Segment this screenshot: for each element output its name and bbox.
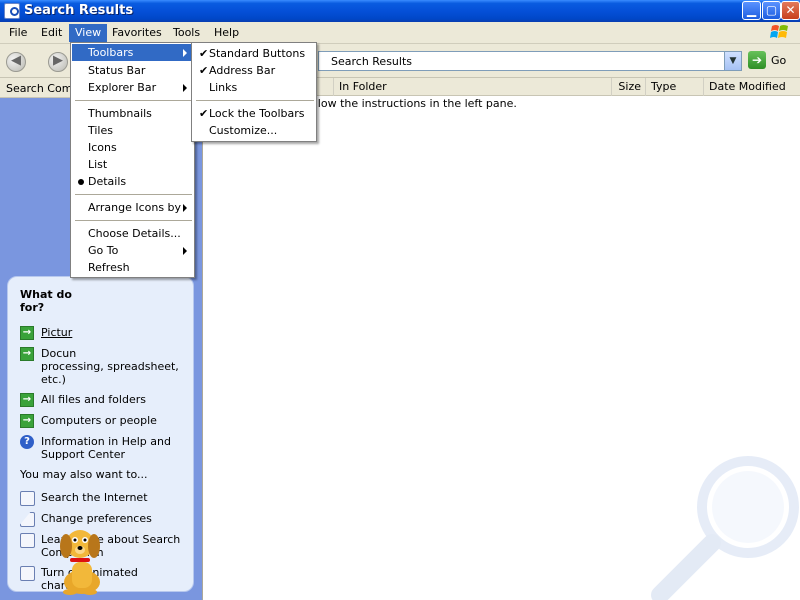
toolbars-customize[interactable]: Customize...	[193, 122, 315, 139]
view-menu: Toolbars Status Bar Explorer Bar Thumbna…	[70, 42, 195, 278]
green-arrow-icon: →	[20, 326, 34, 340]
view-menu-icons[interactable]: Icons	[72, 139, 193, 156]
toolbars-label: Toolbars	[88, 46, 134, 59]
thumbnails-label: Thumbnails	[88, 107, 152, 120]
search-internet-label[interactable]: Search the Internet	[41, 491, 191, 504]
forward-button[interactable]: ▶	[48, 52, 68, 72]
option-all-files-label[interactable]: All files and folders	[41, 393, 191, 406]
view-menu-choose-details[interactable]: Choose Details...	[72, 225, 193, 242]
toolbars-standard-buttons[interactable]: ✔ Standard Buttons	[193, 45, 315, 62]
submenu-arrow-icon	[183, 84, 187, 92]
globe-search-icon	[20, 491, 35, 506]
checkmark-icon: ✔	[199, 64, 209, 77]
tiles-label: Tiles	[88, 124, 113, 137]
go-to-label: Go To	[88, 244, 119, 257]
toolbars-address-bar[interactable]: ✔ Address Bar	[193, 62, 315, 79]
submenu-arrow-icon	[183, 49, 187, 57]
list-label: List	[88, 158, 108, 171]
green-arrow-icon: →	[20, 393, 34, 407]
go-arrow-icon[interactable]: ➔	[748, 51, 766, 69]
windows-logo-icon	[770, 25, 788, 38]
address-bar-label: Address Bar	[209, 64, 276, 77]
address-bar[interactable]: Search Results ▼	[318, 51, 742, 71]
menu-separator	[75, 100, 192, 101]
col-size[interactable]: Size	[612, 78, 646, 96]
search-app-icon[interactable]	[4, 3, 20, 19]
close-button[interactable]: ✕	[781, 1, 800, 20]
radio-bullet-icon	[78, 179, 84, 185]
option-computers-people-label[interactable]: Computers or people	[41, 414, 191, 427]
bubble-tail	[14, 510, 32, 532]
magnifier-watermark-icon	[651, 456, 799, 600]
toolbars-lock[interactable]: ✔ Lock the Toolbars	[193, 105, 315, 122]
customize-label: Customize...	[209, 124, 278, 137]
links-label: Links	[209, 81, 238, 94]
menu-help[interactable]: Help	[208, 24, 245, 42]
col-type[interactable]: Type	[646, 78, 704, 96]
view-menu-status-bar[interactable]: Status Bar	[72, 62, 193, 79]
view-menu-refresh[interactable]: Refresh	[72, 259, 193, 276]
menu-bar: File Edit View Favorites Tools Help	[0, 22, 800, 44]
choose-details-label: Choose Details...	[88, 227, 181, 240]
toolbars-links[interactable]: Links	[193, 79, 315, 96]
address-input[interactable]: Search Results	[331, 55, 412, 68]
back-button[interactable]: ◀	[6, 52, 26, 72]
status-bar-label: Status Bar	[88, 64, 146, 77]
arrange-icons-label: Arrange Icons by	[88, 201, 182, 214]
icons-label: Icons	[88, 141, 117, 154]
animated-character-icon	[20, 566, 35, 581]
instruction-text: ollow the instructions in the left pane.	[308, 97, 517, 110]
go-button[interactable]: Go	[771, 54, 786, 67]
menu-separator	[196, 100, 314, 101]
lock-toolbars-label: Lock the Toolbars	[209, 107, 305, 120]
green-arrow-icon: →	[20, 347, 34, 361]
option-help-center-label[interactable]: Information in Help and Support Center	[41, 435, 191, 461]
col-in-folder[interactable]: In Folder	[334, 78, 612, 96]
details-label: Details	[88, 175, 127, 188]
view-menu-details[interactable]: Details	[72, 173, 193, 190]
menu-favorites[interactable]: Favorites	[106, 24, 168, 42]
address-dropdown-icon[interactable]: ▼	[724, 52, 741, 70]
menu-file[interactable]: File	[3, 24, 33, 42]
help-icon: ?	[20, 435, 34, 449]
refresh-label: Refresh	[88, 261, 130, 274]
menu-view[interactable]: View	[69, 24, 108, 42]
help-book-icon	[20, 533, 35, 548]
view-menu-list[interactable]: List	[72, 156, 193, 173]
view-menu-tiles[interactable]: Tiles	[72, 122, 193, 139]
view-menu-thumbnails[interactable]: Thumbnails	[72, 105, 193, 122]
left-pane-title: Search Comp	[6, 82, 80, 95]
col-date-modified[interactable]: Date Modified	[704, 78, 800, 96]
checkmark-icon: ✔	[199, 47, 209, 60]
option-documents-label[interactable]: Docun processing, spreadsheet, etc.)	[41, 347, 191, 386]
maximize-button[interactable]: ▢	[762, 1, 781, 20]
title-bar[interactable]: Search Results ▁ ▢ ✕	[0, 0, 800, 22]
menu-separator	[75, 194, 192, 195]
view-menu-go-to[interactable]: Go To	[72, 242, 193, 259]
also-want-label: You may also want to...	[20, 468, 148, 481]
minimize-button[interactable]: ▁	[742, 1, 761, 20]
window-title: Search Results	[24, 3, 134, 18]
submenu-arrow-icon	[183, 204, 187, 212]
view-menu-explorer-bar[interactable]: Explorer Bar	[72, 79, 193, 96]
checkmark-icon: ✔	[199, 107, 209, 120]
option-pictures-label[interactable]: Pictur	[41, 326, 191, 339]
menu-edit[interactable]: Edit	[35, 24, 68, 42]
green-arrow-icon: →	[20, 414, 34, 428]
submenu-arrow-icon	[183, 247, 187, 255]
rover-dog-character[interactable]	[50, 522, 110, 596]
standard-buttons-label: Standard Buttons	[209, 47, 306, 60]
menu-separator	[75, 220, 192, 221]
question-title: What do for?	[20, 288, 72, 314]
toolbars-submenu: ✔ Standard Buttons ✔ Address Bar Links ✔…	[191, 42, 317, 142]
menu-tools[interactable]: Tools	[167, 24, 206, 42]
view-menu-arrange-icons[interactable]: Arrange Icons by	[72, 199, 193, 216]
explorer-bar-label: Explorer Bar	[88, 81, 157, 94]
view-menu-toolbars[interactable]: Toolbars	[72, 44, 193, 61]
